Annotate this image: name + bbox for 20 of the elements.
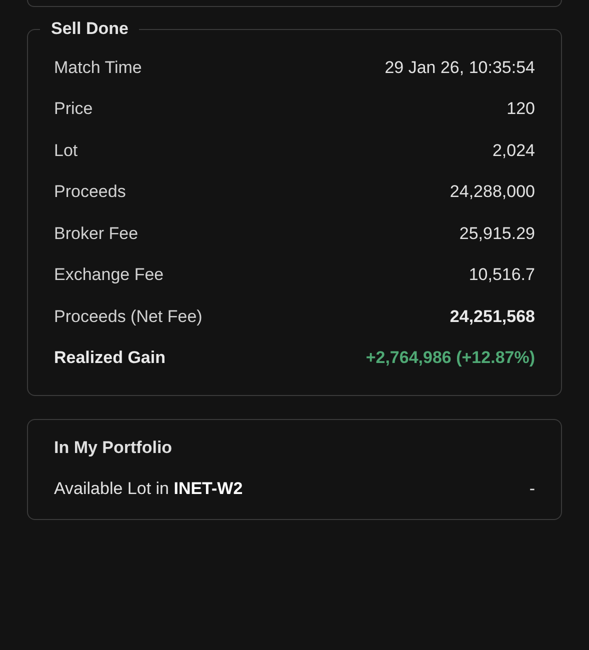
row-label: Realized Gain <box>54 348 166 368</box>
row-value: 24,251,568 <box>450 306 535 327</box>
row-label: Lot <box>54 140 78 161</box>
row-label: Price <box>54 99 93 120</box>
row-value: 29 Jan 26, 10:35:54 <box>384 58 535 78</box>
card-title: Sell Done <box>50 19 130 39</box>
row-label: Proceeds (Net Fee) <box>54 306 202 327</box>
row-value: 24,288,000 <box>450 182 535 202</box>
row-label: Proceeds <box>54 182 126 202</box>
row-label: Exchange Fee <box>54 265 164 286</box>
row-value: 2,024 <box>492 140 535 161</box>
available-lot-value: - <box>529 479 535 499</box>
row-label: Broker Fee <box>54 224 138 244</box>
row-value: +2,764,986 (+12.87%) <box>366 348 535 368</box>
available-lot-label: Available Lot in INET-W2 <box>54 479 243 499</box>
row-value: 120 <box>506 99 535 120</box>
row-label: Match Time <box>54 58 142 78</box>
row-value: 25,915.29 <box>459 224 535 244</box>
card-title: In My Portfolio <box>54 438 174 458</box>
row-value: 10,516.7 <box>468 265 535 286</box>
